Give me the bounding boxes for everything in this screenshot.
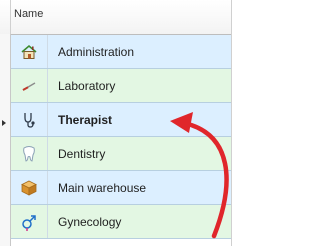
table-row[interactable]: Gynecology	[11, 205, 231, 239]
tooth-icon	[11, 137, 48, 170]
row-label: Gynecology	[58, 215, 122, 229]
table-row[interactable]: Dentistry	[11, 137, 231, 171]
row-label: Main warehouse	[58, 181, 147, 195]
gender-icon	[11, 205, 48, 238]
pipette-icon	[11, 69, 48, 102]
row-indicator-column	[0, 34, 11, 246]
table-row[interactable]: Laboratory	[11, 69, 231, 103]
row-label: Dentistry	[58, 147, 106, 161]
house-icon	[11, 35, 48, 68]
header-separator	[10, 0, 11, 34]
departments-grid: Name Administration Laboratory Therapist…	[0, 0, 243, 246]
grid-right-edge	[231, 0, 243, 246]
current-row-marker	[2, 120, 6, 126]
row-label: Laboratory	[58, 79, 116, 93]
row-label: Therapist	[58, 113, 113, 127]
box-icon	[11, 171, 48, 204]
row-label: Administration	[58, 45, 135, 59]
table-row[interactable]: Administration	[11, 35, 231, 69]
table-row[interactable]: Main warehouse	[11, 171, 231, 205]
column-header-name[interactable]: Name	[14, 8, 43, 20]
stethoscope-icon	[11, 103, 48, 136]
table-row[interactable]: Therapist	[11, 103, 231, 137]
grid-header: Name	[0, 0, 242, 35]
